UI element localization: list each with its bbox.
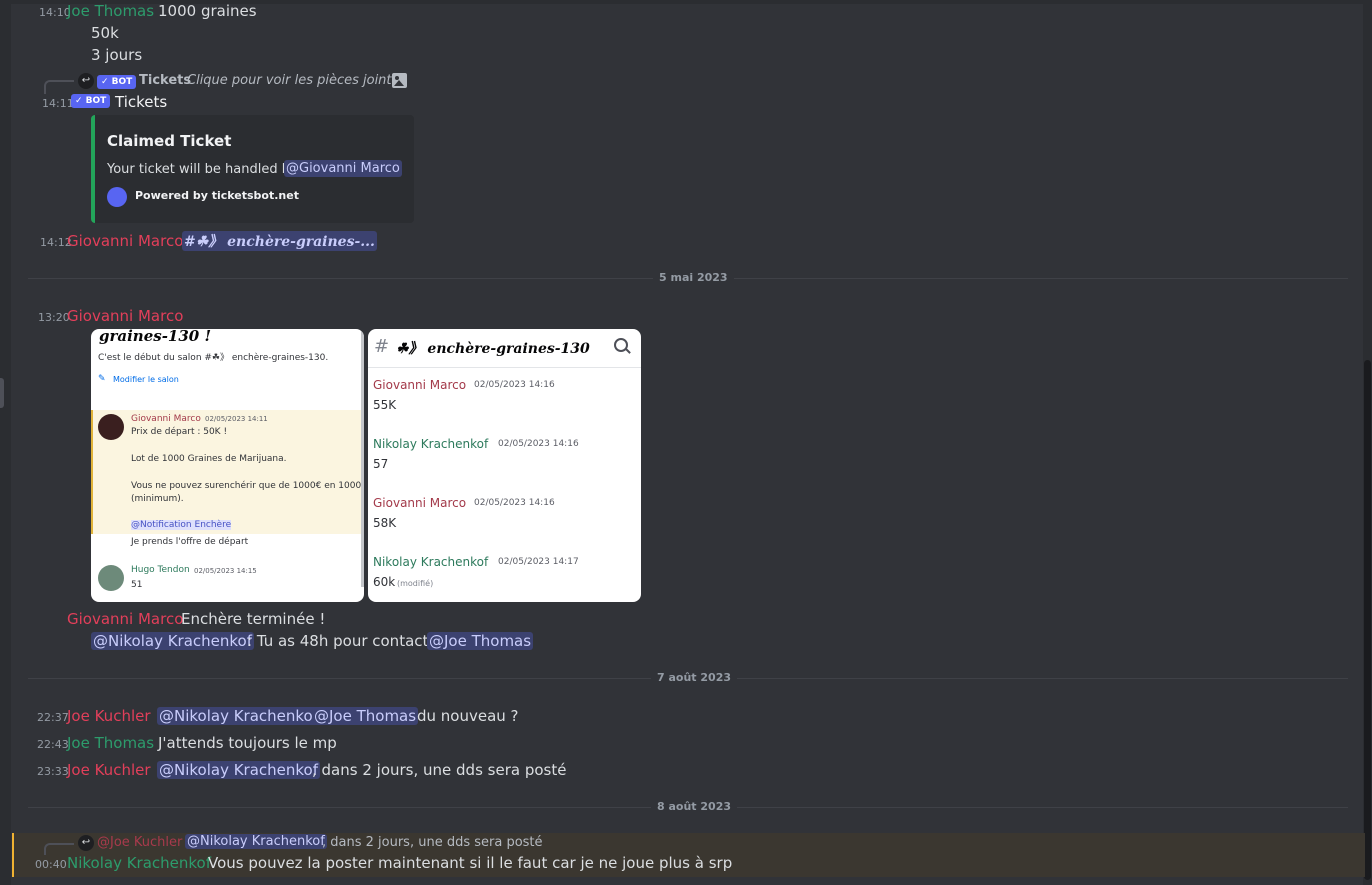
result-date: 02/05/2023 14:16 [474,380,555,390]
message-text: J'attends toujours le mp [158,734,337,752]
username[interactable]: Giovanni Marco [67,610,183,628]
result-date: 02/05/2023 14:16 [498,439,579,449]
channel-mention[interactable]: #☘》 enchère-graines-... [182,231,377,251]
header-divider [368,367,641,368]
date-label: 8 août 2023 [651,800,737,813]
pencil-icon: ✎ [98,374,106,384]
attachment-image-left[interactable]: graines-130 ! C'est le début du salon #☘… [91,329,364,602]
post-line: Je prends l'offre de départ [131,537,249,547]
message-time: 14:11 [42,97,74,110]
scroll-nub[interactable] [0,378,4,408]
search-icon [614,338,631,354]
username[interactable]: Joe Thomas [67,734,154,752]
mention[interactable]: @Giovanni Marco [284,160,402,177]
edit-channel-link: Modifier le salon [113,375,179,384]
message-time: 13:20 [38,311,70,324]
mention[interactable]: @Nikolay Krachenkof [157,707,321,725]
username[interactable]: Tickets [115,93,167,111]
embed-text: Your ticket will be handled by [107,162,298,177]
reply-author[interactable]: Tickets [139,73,191,88]
scrollbar-thumb[interactable] [1364,360,1371,880]
post-author: Giovanni Marco [131,414,201,424]
reply-preview[interactable]: , dans 2 jours, une dds sera posté [322,835,543,850]
post-line: Vous ne pouvez surenchérir que de 1000€ … [131,481,364,491]
ticket-logo-icon [107,187,127,207]
attachment-image-right[interactable]: # ☘》 enchère-graines-130 Giovanni Marco … [368,329,641,602]
message-time: 14:10 [39,6,71,19]
mini-scrollbar [361,329,364,587]
result-date: 02/05/2023 14:17 [498,557,579,567]
avatar [98,414,124,440]
mention[interactable]: @Nikolay Krachenkof [157,761,321,779]
reply-connector [44,80,74,94]
edited-tag: (modifié) [397,579,434,588]
message-time: 00:40 [35,858,67,871]
message-text: 50k [91,24,119,42]
embed-title: Claimed Ticket [107,132,232,150]
channel-start-text: C'est le début du salon #☘》 enchère-grai… [98,353,329,363]
result-text: 55K [373,398,397,412]
post-line: Lot de 1000 Graines de Marijuana. [131,454,287,464]
date-label: 7 août 2023 [651,671,737,684]
ticket-embed: Claimed Ticket Your ticket will be handl… [91,115,414,223]
scrollbar-track[interactable] [1363,0,1372,885]
image-icon [392,73,407,88]
message-time: 22:43 [37,738,69,751]
post-date: 02/05/2023 14:11 [205,415,268,423]
message-text: 3 jours [91,46,143,64]
result-text: 57 [373,457,389,471]
message-time: 23:33 [37,765,69,778]
message-text: Vous pouvez la poster maintenant si il l… [208,854,733,872]
post-date: 02/05/2023 14:15 [194,567,257,575]
result-author: Nikolay Krachenkof [373,555,489,569]
post-mention: @Notification Enchère [131,520,232,530]
avatar [98,565,124,591]
result-author: Giovanni Marco [373,496,467,510]
username[interactable]: Nikolay Krachenkof [67,854,211,872]
username[interactable]: Giovanni Marco [67,232,183,250]
mention[interactable]: @Joe Thomas [312,707,419,725]
date-label: 5 mai 2023 [653,271,734,284]
message-text: 1000 graines [158,2,257,20]
message-text: du nouveau ? [417,707,519,725]
message-text: , dans 2 jours, une dds sera posté [312,761,567,779]
channel-title: graines-130 ! [99,329,212,345]
username[interactable]: Joe Kuchler [67,707,151,725]
message-text: : Tu as 48h pour contacter [247,632,444,650]
mention[interactable]: @Joe Thomas [427,632,534,650]
message-time: 22:37 [37,711,69,724]
result-date: 02/05/2023 14:16 [474,498,555,508]
result-author: Nikolay Krachenkof [373,437,489,451]
post-line: (minimum). [131,494,184,504]
reply-preview[interactable]: Clique pour voir les pièces jointes [187,73,406,88]
mention[interactable]: @Nikolay Krachenkof [185,834,327,849]
result-text: 60k [373,575,396,589]
username[interactable]: Joe Thomas [67,2,154,20]
embed-footer: Powered by ticketsbot.net [135,189,299,202]
post-line: 51 [131,580,143,590]
reply-icon: ↩ [78,73,94,89]
reply-icon: ↩ [78,835,94,851]
left-gutter [0,0,11,885]
hash-icon: # [374,336,390,357]
post-line: Prix de départ : 50K ! [131,427,228,437]
result-author: Giovanni Marco [373,378,467,392]
reply-author[interactable]: @Joe Kuchler [97,835,182,850]
message-text: Enchère terminée ! [181,610,326,628]
post-author: Hugo Tendon [131,565,190,575]
search-header: ☘》 enchère-graines-130 [396,341,590,357]
username[interactable]: Giovanni Marco [67,307,183,325]
bot-badge: ✓ BOT [71,94,111,108]
result-text: 58K [373,516,397,530]
bot-badge: ✓ BOT [97,75,137,89]
username[interactable]: Joe Kuchler [67,761,151,779]
mention[interactable]: @Nikolay Krachenkof [91,632,255,650]
